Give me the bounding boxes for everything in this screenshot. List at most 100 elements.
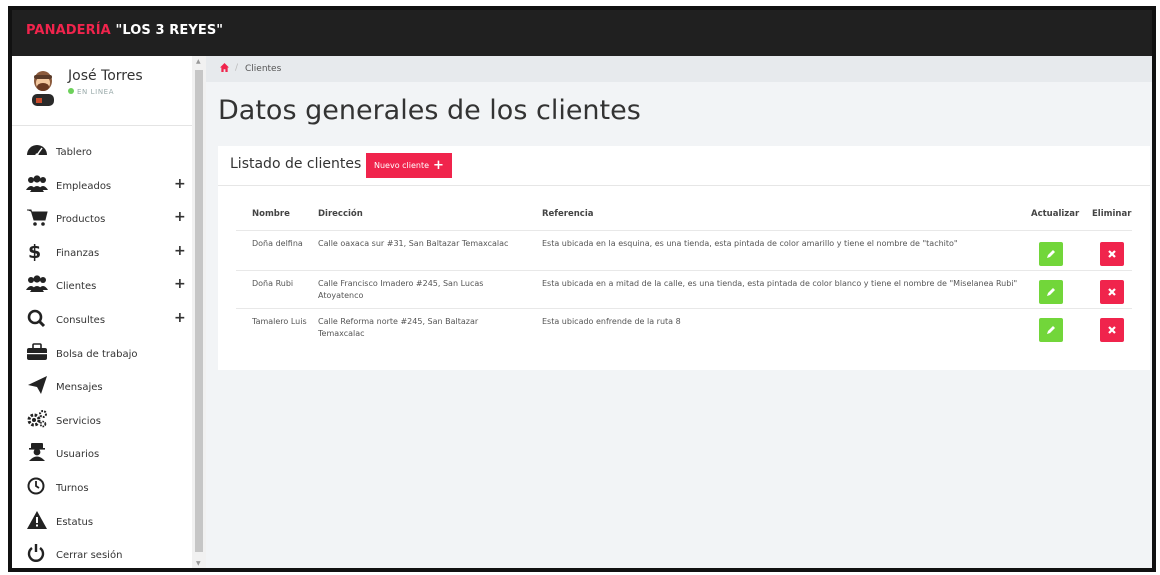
sidebar-item-label: Finanzas [56,247,100,259]
sidebar-item-turnos[interactable]: Turnos [12,472,192,506]
online-dot-icon [68,88,74,94]
expand-icon[interactable]: + [174,243,186,259]
sidebar-item-label: Tablero [56,147,92,158]
card-title: Listado de clientes [230,156,362,172]
home-icon[interactable] [220,63,229,72]
sidebar-item-label: Productos [56,214,106,226]
user-secret-icon [29,443,45,462]
briefcase-icon [27,342,47,360]
column-header-nombre: Nombre [252,209,290,219]
sidebar-item-label: Usuarios [56,449,100,461]
app-window: PANADERÍA "LOS 3 REYES" José Torres EN L… [8,6,1156,572]
sidebar-item-cerrar-sesion[interactable]: Cerrar sesión [12,539,192,568]
sidebar-item-tablero[interactable]: Tablero [12,136,192,170]
column-header-eliminar: Eliminar [1092,209,1132,219]
cell-direccion: Calle oaxaca sur #31, San Baltazar Temax… [318,239,509,248]
sidebar-item-label: Cerrar sesión [56,550,123,562]
delete-button[interactable] [1100,318,1124,342]
svg-text:$: $ [28,241,41,261]
sidebar-item-consultes[interactable]: Consultes + [12,304,192,338]
cell-direccion: Calle Francisco Imadero #245, San Lucas … [318,279,484,300]
sidebar-item-finanzas[interactable]: $ Finanzas + [12,237,192,271]
page-title: Datos generales de los clientes [218,95,641,126]
sidebar-item-label: Empleados [56,180,112,192]
pencil-icon [1047,250,1055,258]
dashboard-icon [27,145,47,157]
sidebar-menu: Tablero Empleados + Productos + $ Finanz… [12,136,192,568]
delete-button[interactable] [1100,280,1124,304]
edit-button[interactable] [1039,280,1063,304]
cell-nombre: Doña Rubi [252,279,294,288]
new-client-button[interactable]: Nuevo cliente + [366,153,452,178]
online-status-label: EN LINEA [77,88,115,96]
sidebar-item-label: Estatus [56,516,94,528]
sidebar-item-productos[interactable]: Productos + [12,203,192,237]
sidebar-item-clientes[interactable]: Clientes + [12,270,192,304]
scroll-down-icon[interactable]: ▼ [196,560,201,567]
expand-icon[interactable]: + [174,276,186,292]
breadcrumb: / Clientes [206,56,1152,82]
clients-card: Listado de clientes Nuevo cliente + Nombr… [218,146,1150,370]
sidebar-item-bolsa-de-trabajo[interactable]: Bolsa de trabajo [12,338,192,372]
table-divider [236,230,1132,231]
sidebar-item-label: Clientes [56,281,97,293]
edit-button[interactable] [1039,242,1063,266]
scroll-up-icon[interactable]: ▲ [196,58,201,65]
sidebar: José Torres EN LINEA Tablero Empleados +… [12,56,192,568]
top-navbar: PANADERÍA "LOS 3 REYES" [12,10,1152,56]
close-icon [1108,250,1116,258]
cart-icon [27,209,48,226]
expand-icon[interactable]: + [174,310,186,326]
gears-icon [27,409,47,428]
pencil-icon [1047,288,1055,296]
table-divider [236,270,1132,271]
sidebar-item-label: Consultes [56,314,106,326]
sidebar-item-label: Servicios [56,415,101,427]
pencil-icon [1047,326,1055,334]
brand-logo[interactable]: PANADERÍA "LOS 3 REYES" [26,23,223,38]
table-divider [236,308,1132,309]
breadcrumb-current: Clientes [245,64,282,74]
cell-referencia: Esta ubicada en la esquina, es una tiend… [542,239,958,248]
sidebar-item-label: Mensajes [56,382,103,394]
plus-icon: + [433,158,444,173]
new-client-label: Nuevo cliente [374,161,430,170]
sidebar-item-mensajes[interactable]: Mensajes [12,371,192,405]
users-icon [26,275,48,293]
sidebar-item-label: Turnos [56,482,89,494]
breadcrumb-separator: / [235,63,239,73]
edit-button[interactable] [1039,318,1063,342]
dollar-icon: $ [28,241,41,261]
sidebar-item-usuarios[interactable]: Usuarios [12,438,192,472]
sidebar-item-servicios[interactable]: Servicios [12,405,192,439]
warning-icon [27,510,47,529]
close-icon [1108,288,1116,296]
cell-nombre: Doña delfina [252,239,303,248]
sidebar-item-label: Bolsa de trabajo [56,348,138,360]
column-header-direccion: Dirección [318,209,363,219]
search-icon [27,309,46,328]
sidebar-scrollbar[interactable]: ▲ ▼ [192,56,206,568]
card-header: Listado de clientes Nuevo cliente + [218,146,1150,186]
users-icon [26,174,48,192]
scrollbar-thumb[interactable] [195,70,203,552]
cell-nombre: Tamalero Luis [252,317,307,326]
brand-subtitle: "LOS 3 REYES" [115,23,224,38]
sidebar-item-estatus[interactable]: Estatus [12,506,192,540]
sidebar-item-empleados[interactable]: Empleados + [12,170,192,204]
delete-button[interactable] [1100,242,1124,266]
user-panel: José Torres EN LINEA [12,56,192,126]
cell-referencia: Esta ubicada en a mitad de la calle, es … [542,279,1018,288]
close-icon [1108,326,1116,334]
clock-icon [27,477,45,495]
brand-name: PANADERÍA [26,23,116,38]
user-name: José Torres [68,68,143,84]
column-header-actualizar: Actualizar [1031,209,1080,219]
expand-icon[interactable]: + [174,176,186,192]
avatar [32,71,54,106]
paper-plane-icon [28,376,47,395]
cell-direccion: Calle Reforma norte #245, San Baltazar T… [318,317,479,338]
power-icon [27,544,45,562]
online-status: EN LINEA [68,88,114,96]
expand-icon[interactable]: + [174,209,186,225]
